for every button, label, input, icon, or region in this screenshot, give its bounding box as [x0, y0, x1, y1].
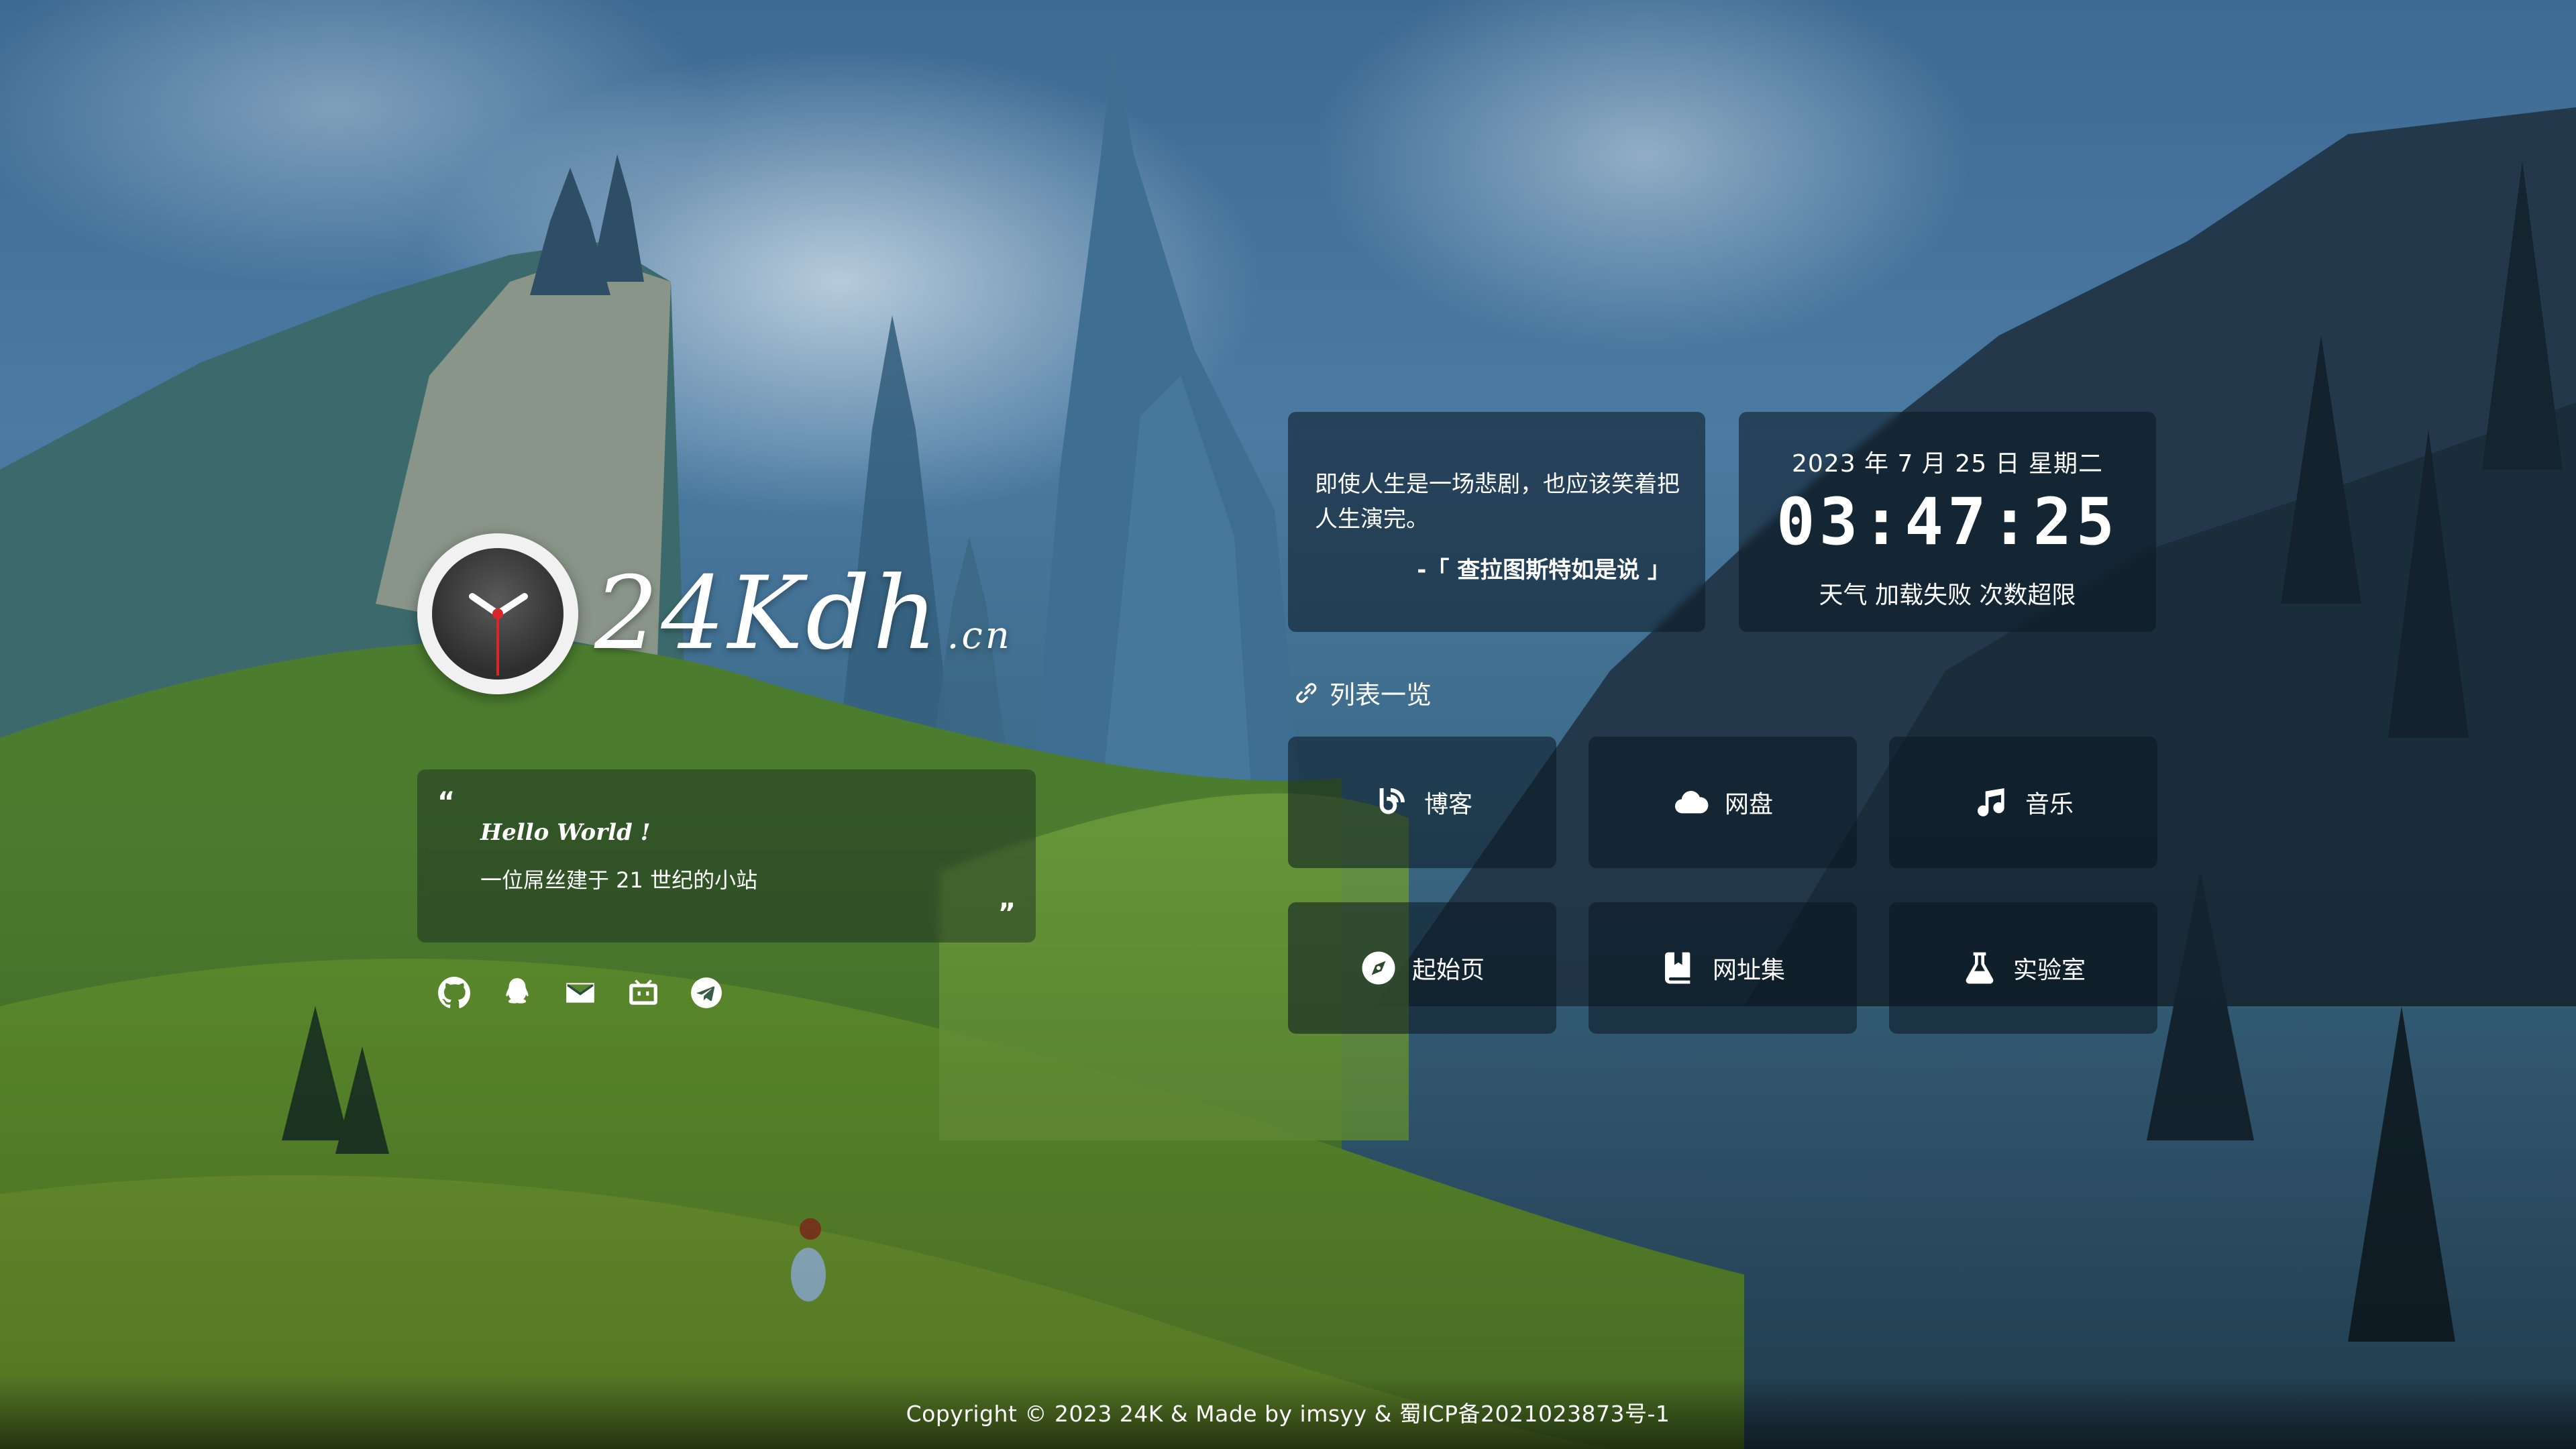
quote-source: -「 查拉图斯特如是说 」: [1417, 557, 1670, 584]
list-title-label: 列表一览: [1330, 680, 1432, 710]
tile-blog-label: 博客: [1424, 791, 1472, 818]
compass-icon: [1362, 951, 1395, 985]
site-logo[interactable]: 24Kdh .cn: [417, 533, 1012, 694]
footer: Copyright © 2023 24K & Made by imsyy & 蜀…: [0, 1375, 2576, 1449]
time-card: 2023 年 7 月 25 日 星期二 03:47:25 天气 加载失败 次数超…: [1739, 412, 2156, 632]
tile-blog[interactable]: 博客: [1288, 737, 1556, 868]
tile-cloud-label: 网盘: [1724, 791, 1773, 818]
qq-icon[interactable]: [500, 976, 534, 1010]
link-icon: [1296, 682, 1317, 703]
cloud-icon: [1674, 791, 1709, 814]
bilibili-icon[interactable]: [627, 976, 660, 1010]
site-name-main: 24Kdh: [594, 555, 941, 672]
quote-open-mark: “: [437, 787, 455, 818]
hello-card[interactable]: “ Hello World ! 一位屌丝建于 21 世纪的小站 ”: [417, 769, 1036, 943]
date-text: 2023 年 7 月 25 日 星期二: [1792, 450, 2103, 478]
github-icon[interactable]: [437, 976, 471, 1010]
hello-subtitle: 一位屌丝建于 21 世纪的小站: [480, 867, 758, 893]
digital-clock: 03:47:25: [1776, 484, 2119, 559]
site-name-tld: .cn: [947, 614, 1012, 657]
quote-close-mark: ”: [998, 898, 1016, 929]
weather-text: 天气 加载失败 次数超限: [1819, 582, 2076, 609]
tile-bookmarks-label: 网址集: [1712, 957, 1785, 984]
music-icon: [1977, 788, 2004, 816]
site-name: 24Kdh .cn: [594, 564, 1012, 664]
copyright-text[interactable]: Copyright © 2023 24K & Made by imsyy & 蜀…: [906, 1396, 1670, 1428]
tile-lab-label: 实验室: [2012, 957, 2086, 984]
hello-title: Hello World !: [480, 819, 651, 846]
flask-icon: [1966, 952, 1994, 984]
bookmark-icon: [1664, 952, 1690, 984]
quote-text: 即使人生是一场悲剧，也应该笑着把人生演完。: [1315, 471, 1680, 533]
tile-bookmarks[interactable]: 网址集: [1589, 902, 1857, 1034]
blog-icon: [1379, 788, 1405, 814]
background-painting: [0, 0, 2576, 1449]
quote-card[interactable]: 即使人生是一场悲剧，也应该笑着把人生演完。 -「 查拉图斯特如是说 」: [1288, 412, 1705, 632]
telegram-icon[interactable]: [690, 976, 723, 1010]
tile-lab[interactable]: 实验室: [1889, 902, 2157, 1034]
email-icon[interactable]: [564, 976, 597, 1010]
tile-cloud[interactable]: 网盘: [1589, 737, 1857, 868]
tile-start-page-label: 起始页: [1411, 957, 1485, 984]
social-links: [437, 976, 723, 1010]
clock-icon: [417, 533, 578, 694]
tile-music[interactable]: 音乐: [1889, 737, 2157, 868]
tile-music-label: 音乐: [2025, 791, 2074, 818]
list-title: 列表一览: [1292, 674, 1432, 711]
tile-start-page[interactable]: 起始页: [1288, 902, 1556, 1034]
